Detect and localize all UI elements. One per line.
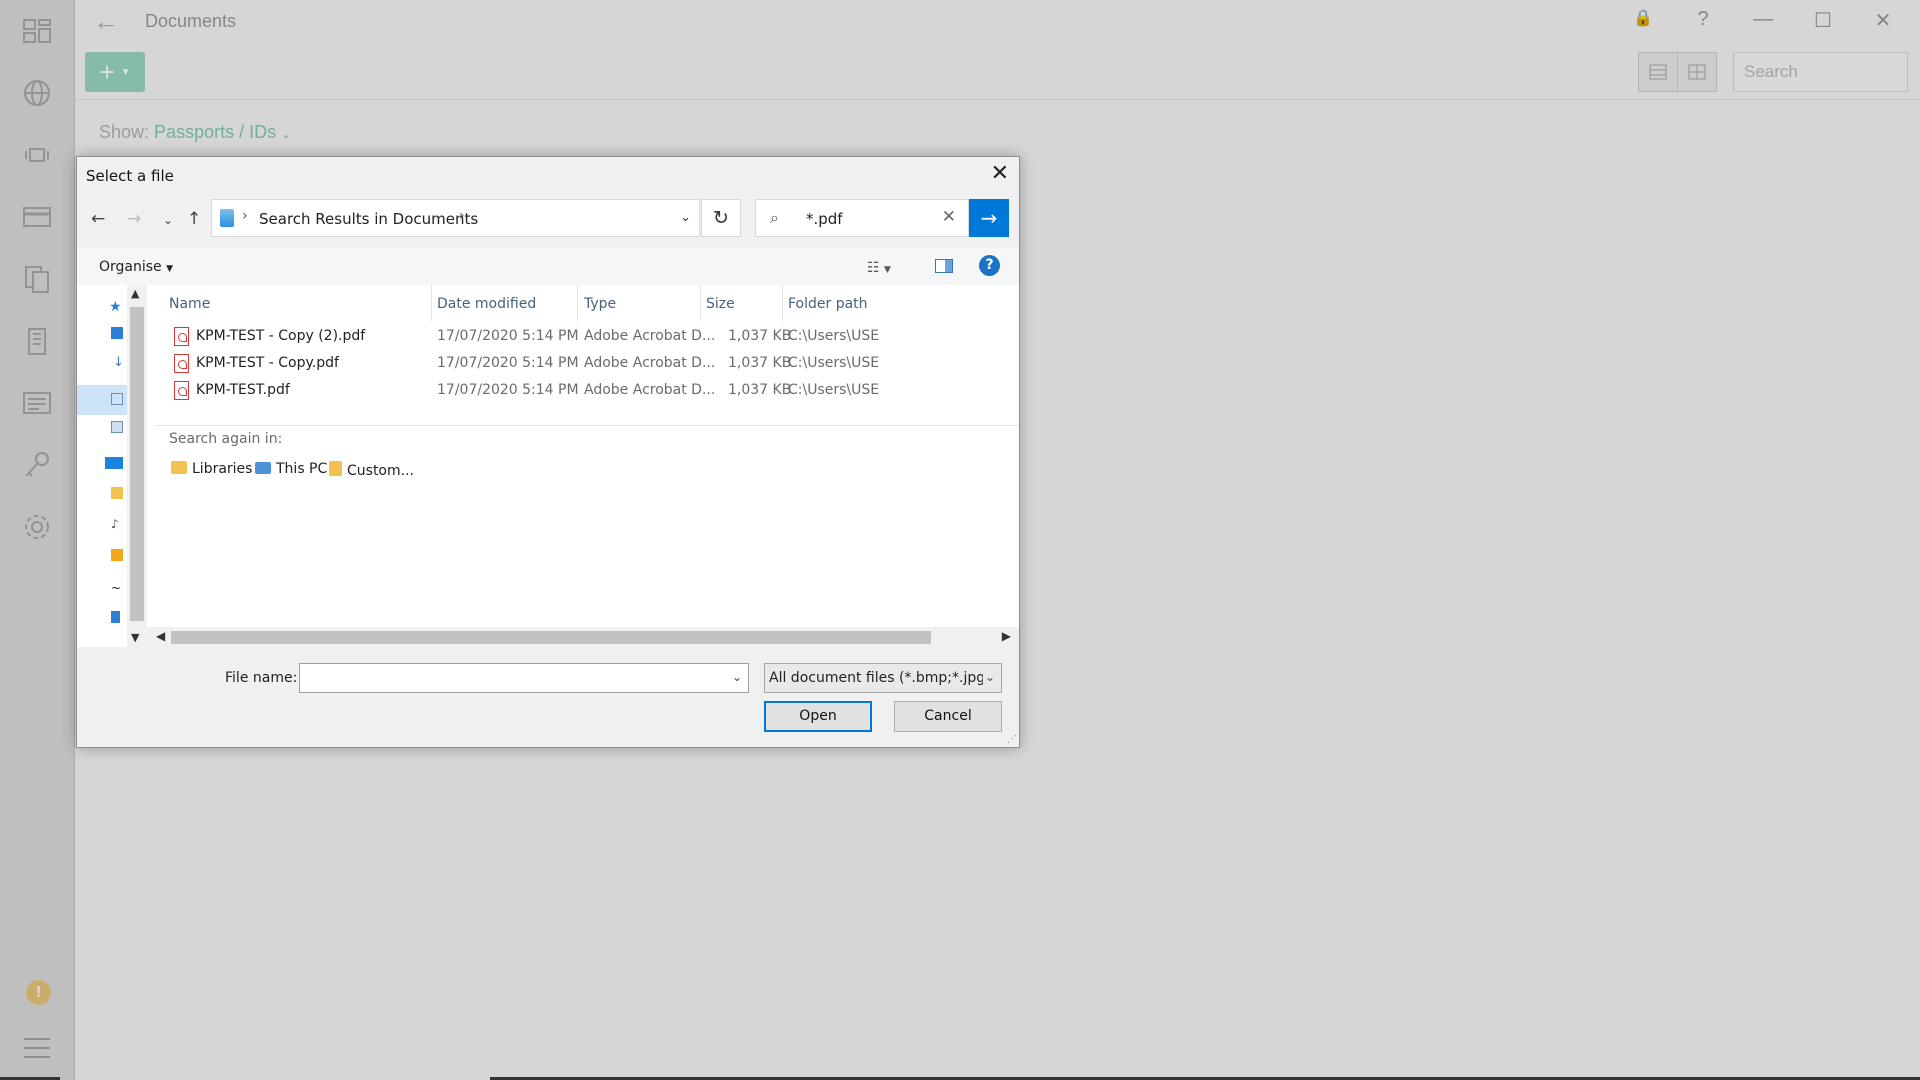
downloads-icon[interactable]: ↓ [113, 355, 125, 370]
scroll-up-icon[interactable]: ▲ [131, 287, 139, 300]
file-row[interactable]: KPM-TEST - Copy.pdf 17/07/2020 5:14 PM A… [147, 350, 1019, 377]
file-list: Name Date modified Type Size Folder path… [147, 285, 1019, 647]
pdf-file-icon [174, 381, 189, 400]
address-dropdown-icon[interactable]: ⌄ [680, 210, 691, 225]
scroll-down-icon[interactable]: ▼ [131, 631, 139, 644]
pictures-nav-icon[interactable] [111, 421, 123, 433]
dialog-close-icon[interactable]: ✕ [991, 161, 1009, 186]
organise-menu[interactable]: Organise ▼ [99, 259, 173, 275]
cancel-button[interactable]: Cancel [894, 701, 1002, 732]
file-type-select[interactable]: All document files (*.bmp;*.jpg; ⌄ [764, 663, 1002, 693]
column-divider[interactable] [782, 285, 783, 321]
file-type: Adobe Acrobat D... [584, 328, 716, 344]
clear-search-icon[interactable]: ✕ [942, 207, 956, 227]
caret-down-icon: ▼ [166, 264, 174, 274]
search-folder-icon [220, 209, 234, 227]
file-size: 1,037 KB [728, 382, 792, 398]
dialog-search-input[interactable]: ⌕ *.pdf ✕ [755, 199, 969, 237]
file-path: C:\Users\USE [788, 382, 880, 398]
file-name-dropdown-icon[interactable]: ⌄ [732, 670, 742, 684]
search-again-label: Search again in: [169, 431, 283, 447]
nav-scrollbar[interactable]: ▲ ▼ [127, 285, 147, 647]
file-type-value: All document files (*.bmp;*.jpg; [769, 670, 990, 686]
address-bar[interactable]: › Search Results in Documents › ⌄ [211, 199, 700, 237]
network-icon[interactable]: ~ [111, 581, 123, 595]
breadcrumb-chevron-icon[interactable]: › [242, 208, 248, 224]
column-header-type[interactable]: Type [584, 296, 616, 312]
file-row[interactable]: KPM-TEST - Copy (2).pdf 17/07/2020 5:14 … [147, 323, 1019, 350]
folder-icon[interactable] [111, 487, 123, 499]
this-pc-label: This PC [276, 461, 328, 477]
refresh-button[interactable]: ↻ [701, 199, 741, 237]
file-type: Adobe Acrobat D... [584, 382, 716, 398]
search-go-button[interactable]: → [969, 199, 1009, 237]
help-icon[interactable]: ? [979, 255, 1000, 276]
pdf-file-icon [174, 327, 189, 346]
quick-access-star-icon[interactable]: ★ [109, 299, 122, 315]
file-date: 17/07/2020 5:14 PM [437, 355, 579, 371]
this-pc-icon [255, 462, 271, 474]
navigation-pane: ★ ↓ ♪ ~ ▲ ▼ [77, 285, 147, 647]
nav-up-icon[interactable]: ↑ [187, 209, 201, 229]
view-options-icon[interactable]: ☷ ▼ [867, 260, 891, 276]
preview-pane-icon[interactable] [935, 259, 953, 273]
file-type-dropdown-icon[interactable]: ⌄ [982, 670, 995, 684]
search-again-custom[interactable]: Custom... [329, 461, 414, 479]
command-bar: Organise ▼ ☷ ▼ ? [77, 247, 1019, 285]
organise-label: Organise [99, 259, 162, 275]
file-name: KPM-TEST - Copy.pdf [196, 355, 339, 371]
breadcrumb-location[interactable]: Search Results in Documents [259, 210, 478, 228]
file-name-label: File name: [225, 670, 298, 686]
search-icon: ⌕ [770, 208, 779, 227]
file-size: 1,037 KB [728, 328, 792, 344]
folder-icon[interactable] [111, 549, 123, 561]
scroll-right-icon[interactable]: ▶ [1002, 629, 1011, 643]
file-name-input[interactable]: ⌄ [299, 663, 749, 693]
nav-back-icon[interactable]: ← [91, 209, 105, 229]
open-button[interactable]: Open [764, 701, 872, 732]
recent-locations-icon[interactable]: ⌄ [163, 213, 173, 227]
dialog-title: Select a file [86, 167, 174, 185]
divider [155, 425, 1019, 426]
search-again-this-pc[interactable]: This PC [255, 461, 327, 477]
nav-forward-icon[interactable]: → [127, 209, 141, 229]
nav-scroll-thumb[interactable] [130, 307, 144, 621]
column-divider[interactable] [700, 285, 701, 321]
column-divider[interactable] [577, 285, 578, 321]
arrow-right-icon: → [980, 206, 998, 230]
horizontal-scroll-thumb[interactable] [171, 631, 931, 644]
custom-folder-icon [329, 461, 342, 476]
column-header-name[interactable]: Name [169, 296, 210, 312]
file-date: 17/07/2020 5:14 PM [437, 382, 579, 398]
drive-icon[interactable] [111, 611, 120, 623]
horizontal-scrollbar[interactable]: ◀ ▶ [147, 627, 1019, 647]
column-header-size[interactable]: Size [706, 296, 735, 312]
scroll-left-icon[interactable]: ◀ [156, 629, 165, 643]
documents-nav-icon[interactable] [111, 393, 123, 405]
file-type: Adobe Acrobat D... [584, 355, 716, 371]
file-dialog: Select a file ✕ ← → ⌄ ↑ › Search Results… [76, 156, 1020, 748]
search-again-libraries[interactable]: Libraries [171, 461, 252, 477]
file-name: KPM-TEST - Copy (2).pdf [196, 328, 366, 344]
resize-grip-icon[interactable]: ⋰ [1007, 734, 1017, 745]
column-header-folder-path[interactable]: Folder path [788, 296, 868, 312]
file-row[interactable]: KPM-TEST.pdf 17/07/2020 5:14 PM Adobe Ac… [147, 377, 1019, 404]
file-size: 1,037 KB [728, 355, 792, 371]
this-pc-icon[interactable] [105, 457, 123, 469]
file-date: 17/07/2020 5:14 PM [437, 328, 579, 344]
dialog-search-value: *.pdf [806, 210, 843, 228]
column-divider[interactable] [431, 285, 432, 321]
file-path: C:\Users\USE [788, 328, 880, 344]
breadcrumb-chevron-icon[interactable]: › [459, 208, 465, 224]
desktop-icon[interactable] [111, 327, 123, 339]
music-icon[interactable]: ♪ [111, 517, 123, 531]
libraries-label: Libraries [192, 461, 253, 477]
file-name: KPM-TEST.pdf [196, 382, 290, 398]
custom-label: Custom... [347, 463, 414, 479]
refresh-icon: ↻ [713, 207, 729, 229]
file-path: C:\Users\USE [788, 355, 880, 371]
column-header-date-modified[interactable]: Date modified [437, 296, 536, 312]
libraries-icon [171, 461, 187, 474]
pdf-file-icon [174, 354, 189, 373]
